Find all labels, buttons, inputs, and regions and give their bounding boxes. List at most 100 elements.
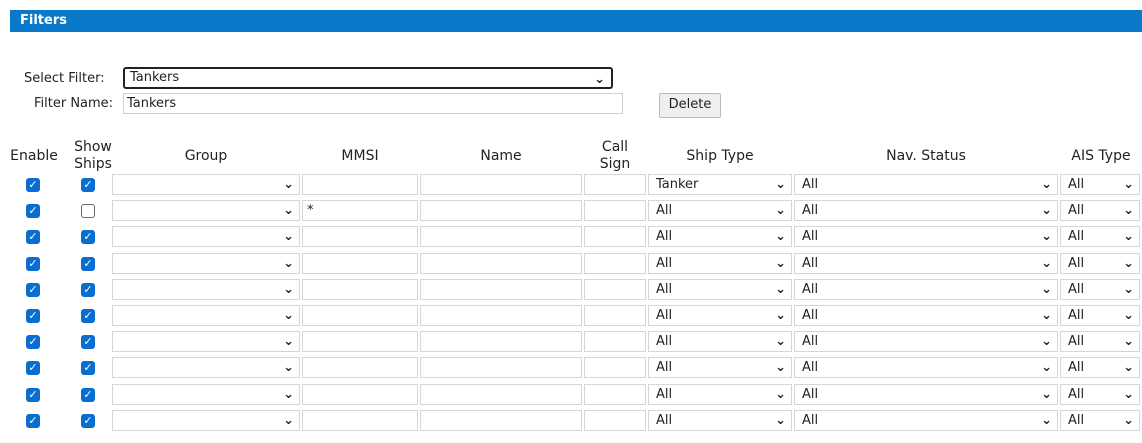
call-sign-input[interactable]: [584, 305, 646, 326]
show-ships-checkbox[interactable]: ✓: [81, 361, 95, 375]
enable-checkbox[interactable]: ✓: [26, 257, 40, 271]
group-select[interactable]: ⌄: [112, 357, 300, 378]
mmsi-input[interactable]: [302, 174, 418, 195]
enable-checkbox[interactable]: ✓: [26, 361, 40, 375]
mmsi-input[interactable]: [302, 279, 418, 300]
group-select[interactable]: ⌄: [112, 200, 300, 221]
call-sign-input[interactable]: [584, 279, 646, 300]
mmsi-input[interactable]: [302, 331, 418, 352]
ais-type-select[interactable]: All ⌄: [1060, 174, 1140, 195]
ship-type-select[interactable]: Tanker ⌄: [648, 174, 792, 195]
ship-type-select[interactable]: All ⌄: [648, 357, 792, 378]
ais-type-select[interactable]: All ⌄: [1060, 200, 1140, 221]
mmsi-input[interactable]: *: [302, 200, 418, 221]
ais-type-select[interactable]: All ⌄: [1060, 253, 1140, 274]
enable-checkbox[interactable]: ✓: [26, 283, 40, 297]
enable-checkbox[interactable]: ✓: [26, 388, 40, 402]
filter-name-input[interactable]: Tankers: [123, 93, 623, 114]
call-sign-input[interactable]: [584, 200, 646, 221]
delete-button[interactable]: Delete: [659, 93, 721, 118]
show-ships-checkbox[interactable]: ✓: [81, 257, 95, 271]
name-input[interactable]: [420, 305, 582, 326]
mmsi-input[interactable]: [302, 253, 418, 274]
enable-checkbox[interactable]: ✓: [26, 414, 40, 428]
nav-status-select[interactable]: All ⌄: [794, 279, 1058, 300]
ais-type-select[interactable]: All ⌄: [1060, 357, 1140, 378]
ship-type-select[interactable]: All ⌄: [648, 331, 792, 352]
name-input[interactable]: [420, 253, 582, 274]
name-input[interactable]: [420, 410, 582, 431]
ship-type-select[interactable]: All ⌄: [648, 384, 792, 405]
mmsi-input[interactable]: [302, 357, 418, 378]
nav-status-select[interactable]: All ⌄: [794, 174, 1058, 195]
name-input[interactable]: [420, 200, 582, 221]
show-ships-checkbox[interactable]: ✓: [81, 335, 95, 349]
group-select[interactable]: ⌄: [112, 226, 300, 247]
ais-type-select[interactable]: All ⌄: [1060, 384, 1140, 405]
nav-status-select[interactable]: All ⌄: [794, 226, 1058, 247]
nav-status-select[interactable]: All ⌄: [794, 305, 1058, 326]
group-select[interactable]: ⌄: [112, 384, 300, 405]
show-ships-checkbox[interactable]: ✓: [81, 388, 95, 402]
ais-type-select[interactable]: All ⌄: [1060, 410, 1140, 431]
select-filter-dropdown[interactable]: Tankers ⌄: [123, 67, 613, 89]
enable-checkbox[interactable]: ✓: [26, 178, 40, 192]
ais-type-select[interactable]: All ⌄: [1060, 331, 1140, 352]
nav-status-select[interactable]: All ⌄: [794, 200, 1058, 221]
nav-status-select[interactable]: All ⌄: [794, 357, 1058, 378]
enable-checkbox[interactable]: ✓: [26, 335, 40, 349]
nav-status-select[interactable]: All ⌄: [794, 410, 1058, 431]
name-input[interactable]: [420, 384, 582, 405]
group-select[interactable]: ⌄: [112, 305, 300, 326]
show-ships-checkbox[interactable]: ✓: [81, 414, 95, 428]
checkmark-icon: ✓: [83, 309, 93, 322]
call-sign-input[interactable]: [584, 226, 646, 247]
show-ships-checkbox[interactable]: [81, 204, 95, 218]
call-sign-input[interactable]: [584, 253, 646, 274]
enable-checkbox[interactable]: ✓: [26, 204, 40, 218]
chevron-down-icon: ⌄: [775, 203, 786, 218]
enable-checkbox[interactable]: ✓: [26, 230, 40, 244]
checkmark-icon: ✓: [83, 230, 93, 243]
nav-status-select-value: All: [802, 360, 819, 375]
enable-checkbox[interactable]: ✓: [26, 309, 40, 323]
call-sign-input[interactable]: [584, 331, 646, 352]
mmsi-input[interactable]: [302, 305, 418, 326]
nav-status-select[interactable]: All ⌄: [794, 384, 1058, 405]
show-ships-checkbox[interactable]: ✓: [81, 283, 95, 297]
call-sign-input[interactable]: [584, 410, 646, 431]
ship-type-select[interactable]: All ⌄: [648, 305, 792, 326]
ship-type-select[interactable]: All ⌄: [648, 200, 792, 221]
call-sign-input[interactable]: [584, 384, 646, 405]
show-ships-checkbox[interactable]: ✓: [81, 309, 95, 323]
name-input[interactable]: [420, 279, 582, 300]
show-ships-checkbox[interactable]: ✓: [81, 230, 95, 244]
mmsi-input[interactable]: [302, 226, 418, 247]
ais-type-select[interactable]: All ⌄: [1060, 305, 1140, 326]
mmsi-input[interactable]: [302, 410, 418, 431]
group-select[interactable]: ⌄: [112, 279, 300, 300]
show-ships-checkbox[interactable]: ✓: [81, 178, 95, 192]
ship-type-select[interactable]: All ⌄: [648, 410, 792, 431]
ais-type-select[interactable]: All ⌄: [1060, 279, 1140, 300]
group-select[interactable]: ⌄: [112, 331, 300, 352]
name-input[interactable]: [420, 331, 582, 352]
mmsi-input[interactable]: [302, 384, 418, 405]
chevron-down-icon: ⌄: [1123, 413, 1134, 428]
chevron-down-icon: ⌄: [1041, 308, 1052, 323]
nav-status-select-value: All: [802, 387, 819, 402]
name-input[interactable]: [420, 357, 582, 378]
nav-status-select[interactable]: All ⌄: [794, 331, 1058, 352]
nav-status-select[interactable]: All ⌄: [794, 253, 1058, 274]
ship-type-select[interactable]: All ⌄: [648, 279, 792, 300]
ship-type-select[interactable]: All ⌄: [648, 253, 792, 274]
group-select[interactable]: ⌄: [112, 253, 300, 274]
ship-type-select[interactable]: All ⌄: [648, 226, 792, 247]
group-select[interactable]: ⌄: [112, 410, 300, 431]
name-input[interactable]: [420, 174, 582, 195]
call-sign-input[interactable]: [584, 174, 646, 195]
name-input[interactable]: [420, 226, 582, 247]
group-select[interactable]: ⌄: [112, 174, 300, 195]
ais-type-select[interactable]: All ⌄: [1060, 226, 1140, 247]
call-sign-input[interactable]: [584, 357, 646, 378]
